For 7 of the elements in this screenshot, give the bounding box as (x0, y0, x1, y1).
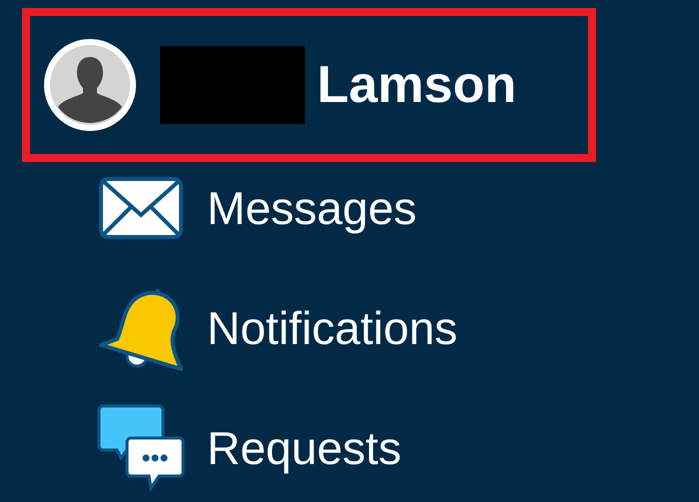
menu-item[interactable]: Notifications (22, 268, 699, 388)
menu-item[interactable]: Messages (22, 148, 699, 268)
profile-name[interactable]: Lamson (317, 55, 516, 115)
avatar-icon[interactable] (44, 39, 136, 131)
envelope-icon (99, 177, 183, 239)
chat-bubbles-icon (97, 404, 185, 492)
menu-item[interactable]: Requests (22, 388, 699, 502)
